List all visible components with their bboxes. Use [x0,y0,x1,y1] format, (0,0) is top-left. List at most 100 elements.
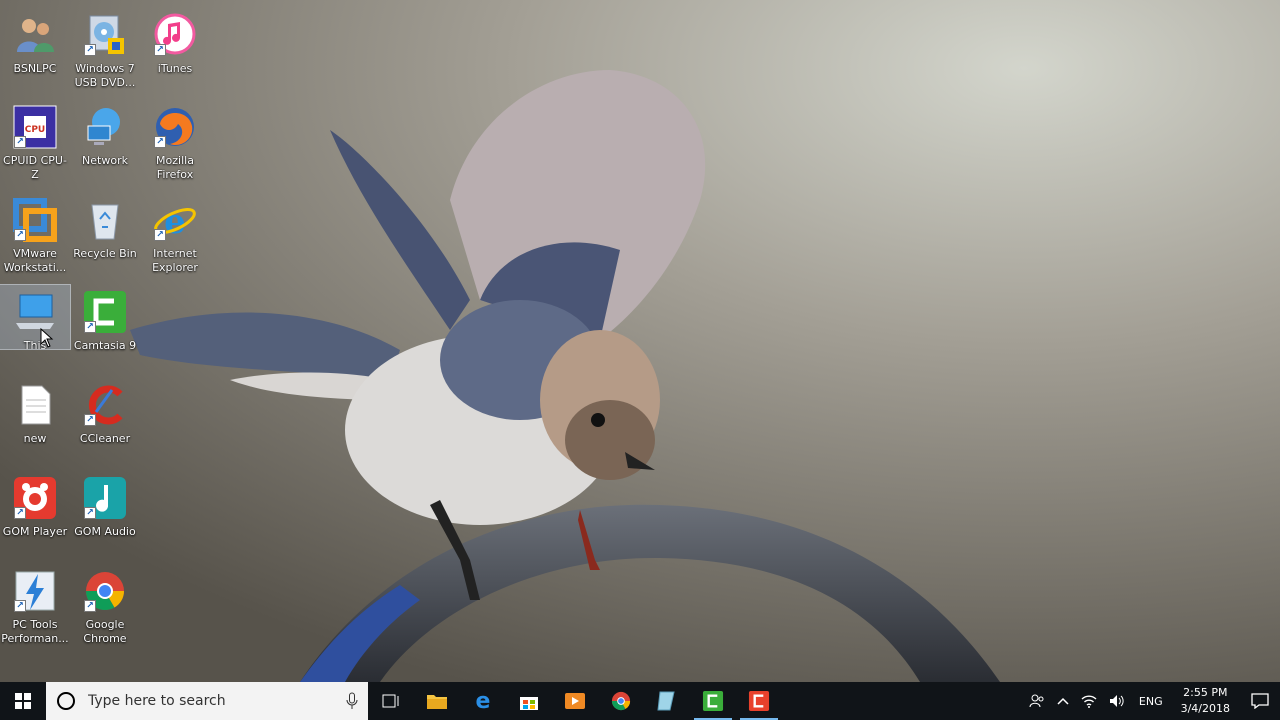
desktop-icon-label: Network [82,154,128,167]
store-icon [520,697,538,710]
desktop-icon-camtasia[interactable]: ↗ Camtasia 9 [70,285,140,373]
taskbar-file-explorer[interactable] [414,682,460,720]
shortcut-arrow-icon: ↗ [14,507,26,519]
cortana-icon [57,692,75,710]
edge-icon: e [476,690,491,712]
mouse-pointer-icon [40,328,54,348]
desktop-icon-gom-player[interactable]: ↗ GOM Player [0,471,70,559]
desktop-icon-firefox[interactable]: ↗ Mozilla Firefox [140,100,210,188]
shortcut-arrow-icon: ↗ [84,321,96,333]
camtasia-recorder-icon [748,690,770,712]
taskbar-media-player[interactable] [552,682,598,720]
desktop-icon-ccleaner[interactable]: ↗ CCleaner [70,378,140,466]
itunes-icon: ↗ [152,12,198,58]
taskbar-chrome[interactable] [598,682,644,720]
file-explorer-icon [427,695,447,709]
media-player-icon [565,693,585,709]
desktop: BSNLPC CPU ↗ CPUID CPU-Z ↗ VMware Workst… [0,0,1280,682]
desktop-icon-label: GOM Audio [74,525,136,538]
desktop-icon-network[interactable]: Network [70,100,140,188]
desktop-icon-pc-tools[interactable]: ↗ PC Tools Performan... [0,564,70,652]
desktop-icon-label: CPUID CPU-Z [3,154,67,181]
desktop-icon-this-pc[interactable]: This [0,284,71,350]
desktop-icon-label: CCleaner [79,432,131,445]
desktop-icon-new[interactable]: new [0,378,70,466]
task-view-icon [382,694,399,708]
desktop-icon-google-chrome[interactable]: ↗ Google Chrome [70,564,140,652]
cpu-z-icon: CPU ↗ [12,104,58,150]
desktop-icon-label: Internet Explorer [152,247,198,274]
firefox-icon: ↗ [152,104,198,150]
shortcut-arrow-icon: ↗ [84,44,96,56]
desktop-icon-label: Camtasia 9 [73,339,137,352]
show-hidden-icons-button[interactable] [1051,682,1075,720]
desktop-icon-cpu-z[interactable]: CPU ↗ CPUID CPU-Z [0,100,70,188]
user-folder-icon [12,12,58,58]
desktop-icon-gom-audio[interactable]: ↗ GOM Audio [70,471,140,559]
task-view-button[interactable] [368,682,414,720]
people-button[interactable] [1023,682,1051,720]
action-center-button[interactable] [1240,682,1280,720]
gom-audio-icon: ↗ [82,475,128,521]
network-tray-button[interactable] [1075,682,1103,720]
start-button[interactable] [0,682,46,720]
taskbar-search-box[interactable] [46,682,368,720]
ccleaner-icon: ↗ [82,382,128,428]
desktop-icon-label: Recycle Bin [73,247,137,260]
people-icon [1029,694,1044,708]
gom-player-icon: ↗ [12,475,58,521]
input-language-indicator[interactable]: ENG [1131,695,1171,708]
shortcut-arrow-icon: ↗ [14,136,26,148]
desktop-icon-label: new [23,432,47,445]
desktop-icon-label: This [23,339,47,349]
desktop-icon-vmware[interactable]: ↗ VMware Workstati... [0,193,70,281]
taskbar-store[interactable] [506,682,552,720]
camtasia-icon [702,690,724,712]
desktop-icon-itunes[interactable]: ↗ iTunes [140,8,210,96]
internet-explorer-icon: e ↗ [152,197,198,243]
usb-dvd-tool-icon: ↗ [82,12,128,58]
text-document-icon [12,382,58,428]
shortcut-arrow-icon: ↗ [154,136,166,148]
desktop-icon-internet-explorer[interactable]: e ↗ Internet Explorer [140,193,210,281]
pc-tools-icon: ↗ [12,568,58,614]
wifi-icon [1081,695,1097,708]
volume-button[interactable] [1103,682,1131,720]
shortcut-arrow-icon: ↗ [154,229,166,241]
taskbar-camtasia-recorder[interactable] [736,682,782,720]
network-icon [82,104,128,150]
svg-text:e: e [476,690,491,712]
desktop-icon-label: BSNLPC [13,62,57,75]
notification-icon [1251,693,1269,709]
desktop-icon-label: iTunes [157,62,193,75]
chrome-icon [611,691,631,711]
svg-text:e: e [164,202,186,242]
clock-date: 3/4/2018 [1180,702,1230,715]
clock[interactable]: 2:55 PM 3/4/2018 [1171,685,1240,717]
microphone-icon[interactable] [346,692,358,710]
shortcut-arrow-icon: ↗ [84,414,96,426]
recycle-bin-icon [82,197,128,243]
shortcut-arrow-icon: ↗ [84,507,96,519]
desktop-icon-label: PC Tools Performan... [1,618,69,645]
chevron-up-icon [1057,697,1069,705]
desktop-icon-label: Windows 7 USB DVD... [74,62,136,89]
system-tray: ENG 2:55 PM 3/4/2018 [1023,682,1280,720]
taskbar-notepad[interactable] [644,682,690,720]
taskbar-edge[interactable]: e [460,682,506,720]
desktop-icon-recycle-bin[interactable]: Recycle Bin [70,193,140,281]
desktop-icon-label: VMware Workstati... [3,247,67,274]
shortcut-arrow-icon: ↗ [84,600,96,612]
search-input[interactable] [86,692,346,710]
speaker-icon [1109,695,1124,707]
desktop-icon-label: GOM Player [2,525,68,538]
desktop-icon-bsnlpc[interactable]: BSNLPC [0,8,70,96]
desktop-icon-windows7-usb-dvd[interactable]: ↗ Windows 7 USB DVD... [70,8,140,96]
desktop-icon-label: Mozilla Firefox [156,154,194,181]
shortcut-arrow-icon: ↗ [154,44,166,56]
taskbar: e [0,682,1280,720]
desktop-icon-label: Google Chrome [83,618,127,645]
chrome-icon: ↗ [82,568,128,614]
taskbar-camtasia[interactable] [690,682,736,720]
svg-text:CPU: CPU [25,125,46,135]
